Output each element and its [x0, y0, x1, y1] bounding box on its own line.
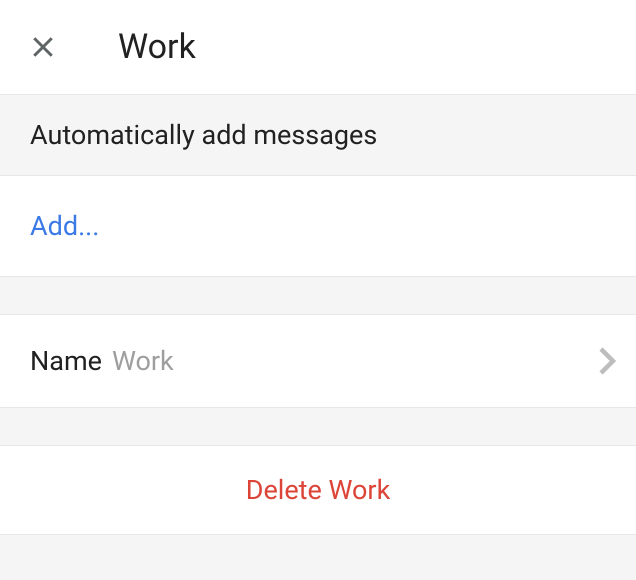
chevron-right-icon [598, 346, 616, 376]
close-icon[interactable] [28, 32, 58, 62]
add-link: Add... [30, 210, 99, 242]
name-row[interactable]: Name Work [0, 315, 636, 408]
delete-row[interactable]: Delete Work [0, 446, 636, 535]
name-value: Work [112, 345, 598, 377]
bottom-gap [0, 535, 636, 565]
section-spacer [0, 277, 636, 315]
section-spacer-2 [0, 408, 636, 446]
page-title: Work [118, 27, 196, 67]
add-row[interactable]: Add... [0, 176, 636, 277]
titlebar: Work [0, 0, 636, 94]
name-label: Name [30, 345, 102, 377]
delete-label: Delete Work [246, 474, 391, 506]
section-header-auto-add: Automatically add messages [0, 94, 636, 176]
